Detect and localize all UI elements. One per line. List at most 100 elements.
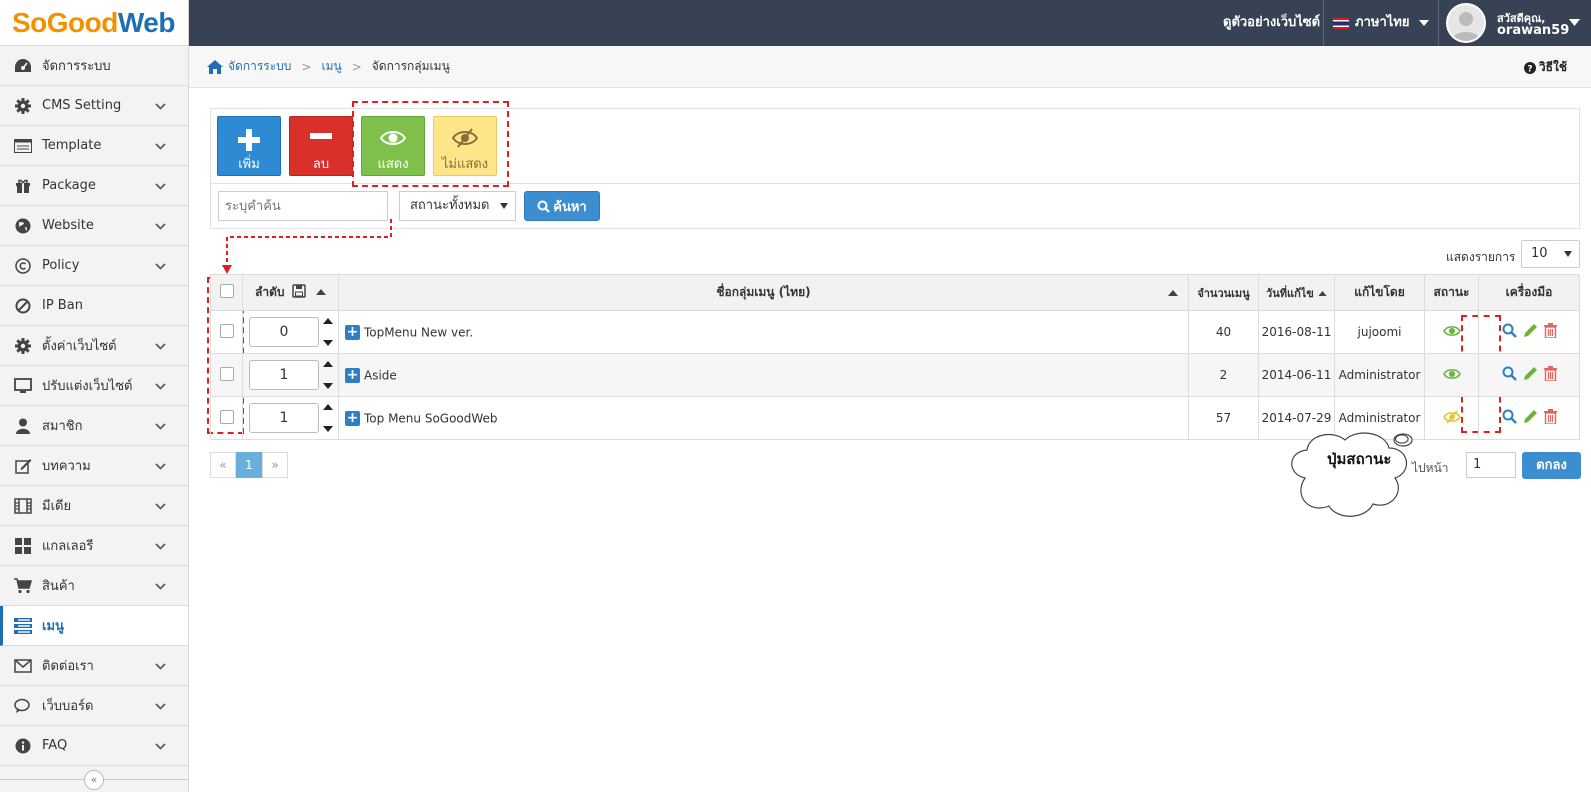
sidebar-item-14[interactable]: เมนู <box>0 606 188 646</box>
delete-button[interactable]: ลบ <box>289 116 353 176</box>
globe-icon <box>12 217 34 235</box>
preview-website-link[interactable]: ดูตัวอย่างเว็บไซต์ <box>1223 0 1320 46</box>
order-stepper-icon[interactable] <box>322 361 334 389</box>
sidebar-item-3[interactable]: Package <box>0 166 188 206</box>
sidebar-item-10[interactable]: บทความ <box>0 446 188 486</box>
logo[interactable]: SoGood Web <box>0 0 188 46</box>
chevron-down-icon <box>155 139 166 154</box>
row-checkbox[interactable] <box>219 366 234 381</box>
sidebar-item-label: Package <box>42 178 96 193</box>
order-input[interactable]: 0 <box>249 317 319 347</box>
order-header[interactable]: ลำดับ <box>242 274 339 311</box>
edit-icon[interactable] <box>1523 366 1538 381</box>
caret-down-icon <box>1564 251 1572 257</box>
order-stepper-icon[interactable] <box>322 404 334 432</box>
search-button[interactable]: ค้นหา <box>524 191 600 221</box>
sidebar-item-12[interactable]: แกลเลอรี <box>0 526 188 566</box>
edit-icon[interactable] <box>1523 409 1538 424</box>
page-size-select[interactable]: 10 <box>1521 240 1580 268</box>
edit-icon[interactable] <box>1523 323 1538 338</box>
home-icon <box>207 59 223 74</box>
breadcrumb: จัดการระบบ > เมนู > จัดการกลุ่มเมนู ? วิ… <box>189 46 1591 88</box>
sidebar: SoGood Web จัดการระบบ CMS Setting Template P… <box>0 0 189 792</box>
sidebar-item-16[interactable]: เว็บบอร์ด <box>0 686 188 726</box>
pagination-page-current[interactable]: 1 <box>236 452 262 478</box>
pagination-prev[interactable]: « <box>210 452 236 478</box>
delete-icon[interactable] <box>1543 366 1557 381</box>
tools-cell <box>1478 353 1580 397</box>
sidebar-item-5[interactable]: Policy <box>0 246 188 286</box>
annotation-callout-cloud <box>1291 432 1413 517</box>
expand-plus-icon[interactable]: + <box>345 410 360 426</box>
view-icon[interactable] <box>1502 409 1517 424</box>
edited-by-header[interactable]: แก้ไขโดย <box>1334 274 1425 311</box>
delete-icon[interactable] <box>1543 323 1557 338</box>
edited-date: 2014-06-11 <box>1258 353 1335 397</box>
sidebar-item-2[interactable]: Template <box>0 126 188 166</box>
order-input[interactable]: 1 <box>249 403 319 433</box>
row-checkbox[interactable] <box>219 409 234 424</box>
goto-page-button[interactable]: ตกลง <box>1522 452 1581 479</box>
question-circle-icon: ? <box>1523 61 1536 74</box>
breadcrumb-menu[interactable]: เมนู <box>321 57 341 76</box>
sidebar-item-15[interactable]: ติดต่อเรา <box>0 646 188 686</box>
sidebar-item-label: เมนู <box>42 619 64 634</box>
row-select-cell <box>210 396 243 440</box>
sidebar-item-6[interactable]: IP Ban <box>0 286 188 326</box>
add-button[interactable]: เพิ่ม <box>217 116 281 176</box>
sidebar-item-8[interactable]: ปรับแต่งเว็บไซต์ <box>0 366 188 406</box>
order-stepper-icon[interactable] <box>322 318 334 346</box>
sidebar-item-17[interactable]: FAQ <box>0 726 188 766</box>
user-avatar-icon <box>1452 12 1480 41</box>
sidebar-item-7[interactable]: ตั้งค่าเว็บไซต์ <box>0 326 188 366</box>
sidebar-item-label: FAQ <box>42 738 68 753</box>
search-input[interactable] <box>218 191 388 221</box>
sidebar-item-4[interactable]: Website <box>0 206 188 246</box>
help-link[interactable]: ? วิธีใช้ <box>1523 58 1567 77</box>
menu-count: 40 <box>1188 310 1259 354</box>
breadcrumb-home[interactable]: จัดการระบบ <box>228 57 291 76</box>
count-header[interactable]: จำนวนเมนู <box>1188 274 1259 311</box>
language-dropdown[interactable]: ภาษาไทย <box>1333 0 1430 46</box>
sidebar-menu: จัดการระบบ CMS Setting Template Package Webs… <box>0 46 188 766</box>
status-filter-select[interactable]: สถานะทั้งหมด <box>399 191 516 221</box>
sidebar-item-0[interactable]: จัดการระบบ <box>0 46 188 86</box>
menu-group-name[interactable]: TopMenu New ver. <box>364 325 473 339</box>
caret-down-icon[interactable] <box>1569 19 1580 26</box>
status-visible-icon[interactable] <box>1442 368 1461 380</box>
avatar[interactable] <box>1446 3 1486 43</box>
goto-page-input[interactable]: 1 <box>1466 452 1516 478</box>
sidebar-item-label: สมาชิก <box>42 419 83 434</box>
expand-plus-icon[interactable]: + <box>345 367 360 383</box>
sidebar-item-1[interactable]: CMS Setting <box>0 86 188 126</box>
chevron-down-icon <box>155 499 166 514</box>
page-size-value: 10 <box>1531 246 1548 261</box>
pagination: « 1 » <box>210 452 288 478</box>
name-header[interactable]: ชื่อกลุ่มเมนู (ไทย) <box>338 274 1189 311</box>
delete-icon[interactable] <box>1543 409 1557 424</box>
delete-label: ลบ <box>312 157 330 172</box>
view-icon[interactable] <box>1502 323 1517 338</box>
breadcrumb-separator: > <box>351 59 362 74</box>
view-icon[interactable] <box>1502 366 1517 381</box>
user-name[interactable]: orawan59 <box>1497 23 1569 38</box>
tools-header: เครื่องมือ <box>1478 274 1580 311</box>
pagination-next[interactable]: » <box>262 452 288 478</box>
menu-group-table: ลำดับ ชื่อกลุ่มเมนู (ไทย) จำนวนเมนู วันท… <box>210 274 1580 440</box>
select-all-checkbox[interactable] <box>219 284 234 298</box>
status-visible-icon[interactable] <box>1442 325 1461 337</box>
row-checkbox[interactable] <box>219 323 234 338</box>
menu-group-name[interactable]: Top Menu SoGoodWeb <box>364 411 498 425</box>
sidebar-item-13[interactable]: สินค้า <box>0 566 188 606</box>
date-header[interactable]: วันที่แก้ไข <box>1258 274 1335 311</box>
status-hidden-icon[interactable] <box>1442 409 1461 424</box>
sidebar-item-9[interactable]: สมาชิก <box>0 406 188 446</box>
sidebar-item-11[interactable]: มีเดีย <box>0 486 188 526</box>
menu-group-name[interactable]: Aside <box>364 368 397 382</box>
goto-page-label: ไปหน้า <box>1412 461 1449 475</box>
order-input[interactable]: 1 <box>249 360 319 390</box>
annotation-arrow <box>222 219 392 274</box>
save-icon[interactable] <box>292 284 306 298</box>
sidebar-collapse-button[interactable]: « <box>84 770 104 790</box>
expand-plus-icon[interactable]: + <box>345 324 360 340</box>
